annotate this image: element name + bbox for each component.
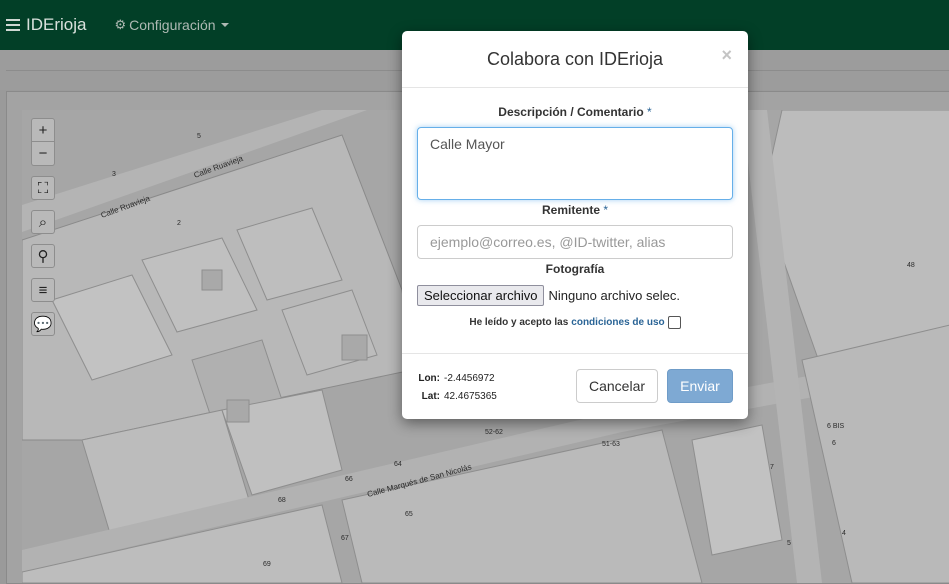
required-mark: * — [647, 105, 652, 119]
configuration-menu[interactable]: ⚙ Configuración — [114, 17, 229, 33]
search-icon[interactable]: ⌕ — [31, 210, 55, 234]
house-number: 68 — [278, 497, 286, 504]
modal-header: Colabora con IDErioja × — [402, 31, 748, 88]
house-number: 64 — [394, 461, 402, 468]
sender-input[interactable] — [417, 225, 733, 259]
hamburger-icon — [6, 19, 20, 31]
file-picker: Seleccionar archivo Ninguno archivo sele… — [417, 285, 733, 306]
collaborate-modal: Colabora con IDErioja × Descripción / Co… — [402, 31, 748, 419]
caret-down-icon — [220, 23, 229, 27]
zoom-in-button[interactable]: + — [31, 118, 55, 142]
layers-list-icon[interactable]: ≡ — [31, 278, 55, 302]
lat-label: Lat: — [421, 391, 440, 402]
modal-title: Colabora con IDErioja — [486, 48, 664, 69]
courtyard-3 — [201, 269, 223, 291]
house-number: 6 — [832, 440, 836, 447]
house-number: 7 — [770, 464, 774, 471]
fullscreen-icon[interactable]: ⛶ — [31, 176, 55, 200]
select-file-button[interactable]: Seleccionar archivo — [417, 285, 545, 306]
brand-title: IDErioja — [26, 15, 87, 34]
house-number: 66 — [345, 476, 353, 483]
house-number: 3 — [112, 171, 116, 178]
coordinates: Lon: -2.4456972 Lat: 42.4675365 — [417, 370, 497, 406]
gear-icon: ⚙ — [114, 17, 127, 32]
comment-icon[interactable]: 💬 — [31, 312, 55, 336]
house-number: 69 — [263, 561, 271, 568]
zoom-controls: + − — [31, 118, 55, 166]
terms-link[interactable]: condiciones de uso — [571, 317, 664, 328]
location-pin-icon[interactable]: ⚲ — [31, 244, 55, 268]
house-number: 5 — [787, 540, 791, 547]
house-number: 4 — [842, 530, 846, 537]
house-number: 2 — [177, 220, 181, 227]
description-label: Descripción / Comentario * — [498, 105, 652, 119]
description-textarea[interactable] — [417, 127, 733, 200]
send-button[interactable]: Enviar — [667, 369, 733, 403]
modal-body: Descripción / Comentario * Remitente * F… — [402, 105, 748, 329]
sender-label: Remitente * — [541, 203, 609, 217]
house-number: 6 BIS — [827, 423, 844, 430]
courtyard-1 — [341, 334, 368, 361]
file-status: Ninguno archivo selec. — [548, 288, 680, 303]
block-east-2 — [801, 324, 949, 583]
house-number: 67 — [341, 535, 349, 542]
house-number: 51-63 — [602, 441, 620, 448]
terms-checkbox[interactable] — [667, 316, 681, 329]
courtyard-2 — [226, 399, 250, 423]
lat-value: 42.4675365 — [444, 391, 497, 402]
house-number: 52-62 — [485, 429, 503, 436]
map-toolbar: + − ⛶ ⌕ ⚲ ≡ 💬 — [31, 118, 55, 336]
cancel-button[interactable]: Cancelar — [576, 369, 658, 403]
terms-text: He leído y acepto las — [469, 317, 569, 328]
modal-footer: Lon: -2.4456972 Lat: 42.4675365 Cancelar E… — [402, 353, 748, 420]
house-number: 5 — [197, 133, 201, 140]
building-east-3 — [691, 424, 783, 556]
house-number: 48 — [907, 262, 915, 269]
brand-menu-toggle[interactable]: IDErioja — [6, 15, 86, 35]
terms-row: He leído y acepto las condiciones de uso — [417, 316, 733, 329]
lon-value: -2.4456972 — [444, 373, 495, 384]
zoom-out-button[interactable]: − — [31, 142, 55, 166]
lon-label: Lon: — [418, 373, 440, 384]
close-icon[interactable]: × — [721, 45, 732, 66]
photo-label: Fotografía — [545, 262, 605, 276]
configuration-label: Configuración — [129, 17, 216, 33]
house-number: 65 — [405, 511, 413, 518]
required-mark: * — [603, 203, 609, 217]
